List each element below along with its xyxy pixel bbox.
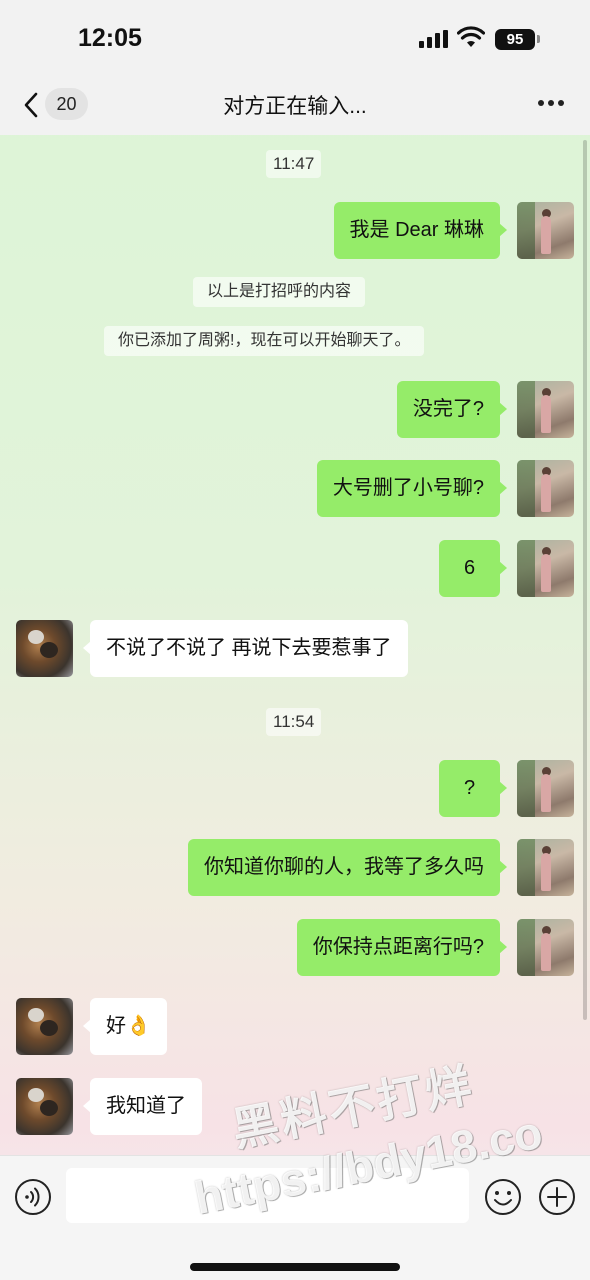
outgoing-message[interactable]: 我是 Dear 琳琳	[333, 202, 508, 259]
wifi-icon	[457, 26, 485, 47]
contact-avatar[interactable]	[16, 998, 73, 1055]
outgoing-message[interactable]: 你知道你聊的人，我等了多久吗	[188, 839, 507, 896]
emoji-icon[interactable]	[484, 1178, 522, 1216]
contact-avatar[interactable]	[16, 620, 73, 677]
my-avatar[interactable]	[517, 381, 574, 438]
back-chevron-icon[interactable]	[20, 90, 44, 120]
my-avatar[interactable]	[517, 460, 574, 517]
my-avatar[interactable]	[517, 760, 574, 817]
more-icon[interactable]	[536, 100, 566, 108]
system-note: 你已添加了周粥!，现在可以开始聊天了。	[104, 326, 425, 356]
outgoing-message[interactable]: 大号删了小号聊?	[316, 460, 508, 517]
message-timestamp: 11:54	[266, 708, 322, 736]
contact-avatar[interactable]	[16, 1078, 73, 1135]
plus-icon[interactable]	[538, 1178, 576, 1216]
incoming-message[interactable]: 不说了不说了 再说下去要惹事了	[83, 620, 408, 677]
my-avatar[interactable]	[517, 839, 574, 896]
signal-icon	[419, 30, 449, 48]
outgoing-message[interactable]: 你保持点距离行吗?	[296, 919, 508, 976]
outgoing-message[interactable]: 6	[439, 540, 507, 597]
scrollbar[interactable]	[583, 140, 587, 1020]
battery-cap	[537, 35, 540, 43]
my-avatar[interactable]	[517, 202, 574, 259]
unread-count-badge[interactable]: 20	[45, 88, 88, 120]
home-indicator[interactable]	[190, 1263, 400, 1271]
incoming-message[interactable]: 好👌	[83, 998, 167, 1055]
my-avatar[interactable]	[517, 540, 574, 597]
outgoing-message[interactable]: 没完了?	[396, 381, 508, 438]
outgoing-message[interactable]: ?	[439, 760, 507, 817]
chat-title: 对方正在输入...	[223, 95, 367, 118]
incoming-message[interactable]: 我知道了	[83, 1078, 202, 1135]
chat-header: 对方正在输入... 20	[0, 80, 590, 135]
battery-icon: 95	[495, 29, 535, 50]
status-bar: 12:05 95	[0, 0, 590, 80]
system-note: 以上是打招呼的内容	[193, 277, 366, 307]
message-timestamp: 11:47	[266, 150, 322, 178]
my-avatar[interactable]	[517, 919, 574, 976]
status-time: 12:05	[78, 24, 142, 52]
voice-icon[interactable]	[14, 1178, 52, 1216]
